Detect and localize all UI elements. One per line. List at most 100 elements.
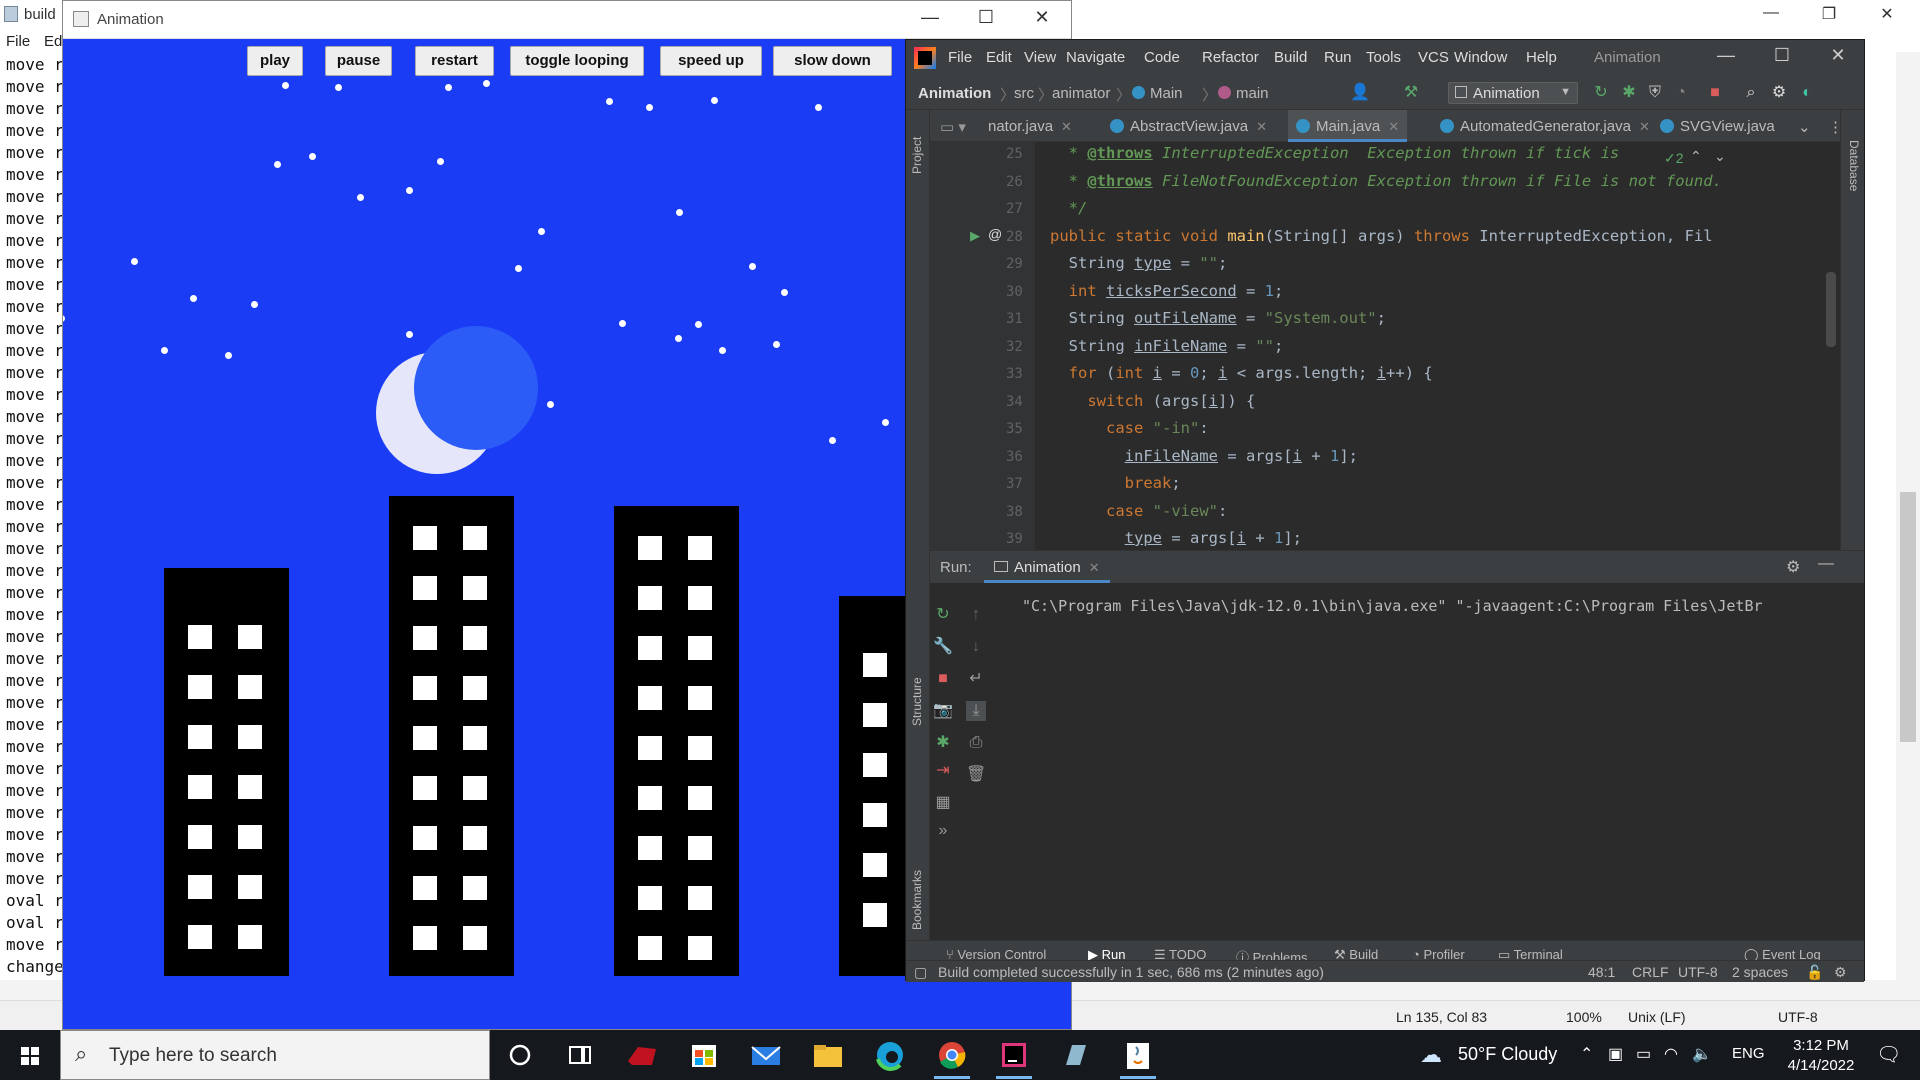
line-separator[interactable]: CRLF — [1632, 964, 1669, 980]
menu-tools[interactable]: Tools — [1366, 49, 1401, 66]
status-toggle-icon[interactable]: ▢ — [914, 964, 927, 981]
intellij-taskbar-icon[interactable] — [990, 1035, 1038, 1079]
scrollbar-thumb[interactable] — [1900, 492, 1916, 742]
restart-button[interactable]: restart — [415, 46, 494, 76]
close-icon[interactable]: ✕ — [1864, 4, 1910, 26]
menu-help[interactable]: Help — [1526, 49, 1557, 66]
taskbar-search-box[interactable]: ⌕ Type here to search — [60, 1030, 490, 1080]
more-options-icon[interactable]: ⋮ — [1828, 110, 1843, 142]
caret-position[interactable]: 48:1 — [1588, 964, 1615, 980]
start-button[interactable] — [0, 1030, 60, 1080]
exit-icon[interactable]: ⇥ — [933, 761, 953, 781]
close-icon[interactable]: ✕ — [1017, 7, 1067, 33]
breadcrumb-package[interactable]: animator — [1052, 85, 1110, 102]
play-button[interactable]: play — [247, 46, 303, 76]
menu-code[interactable]: Code — [1144, 49, 1180, 66]
database-tool-button[interactable]: Database — [1847, 140, 1861, 191]
settings-gear-icon[interactable]: ⚙ — [1786, 557, 1800, 577]
code-with-me-icon[interactable]: ◐ — [1798, 84, 1816, 102]
breadcrumb-class[interactable]: Main — [1132, 85, 1183, 102]
ide-titlebar[interactable]: File Edit View Navigate Code Refactor Build Run… — [906, 40, 1864, 76]
menu-run[interactable]: Run — [1324, 49, 1352, 66]
code-line[interactable]: type = args[i + 1]; — [1050, 529, 1302, 547]
pause-button[interactable]: pause — [325, 46, 392, 76]
task-view-icon[interactable] — [556, 1035, 604, 1075]
bookmarks-tool-button[interactable]: Bookmarks — [910, 870, 924, 930]
chevron-up-icon[interactable]: ⌃ — [1690, 148, 1702, 165]
cortana-icon[interactable] — [496, 1035, 544, 1075]
code-line[interactable]: break; — [1050, 474, 1181, 492]
minimize-icon[interactable]: — — [905, 7, 955, 33]
notifications-icon[interactable]: 🗨 — [1876, 1042, 1901, 1067]
cloud-weather-icon[interactable]: ☁ — [1420, 1042, 1442, 1068]
menu-edit[interactable]: Edit — [986, 49, 1012, 66]
memory-icon[interactable]: ⚙ — [1834, 964, 1847, 981]
code-line[interactable]: int ticksPerSecond = 1; — [1050, 282, 1284, 300]
layout-icon[interactable]: ▦ — [933, 793, 953, 813]
code-line[interactable]: for (int i = 0; i < args.length; i++) { — [1050, 364, 1433, 382]
code-line[interactable]: inFileName = args[i + 1]; — [1050, 447, 1358, 465]
tab-main[interactable]: Main.java ✕ — [1288, 110, 1408, 142]
menu-refactor[interactable]: Refactor — [1202, 49, 1259, 66]
menu-file[interactable]: File — [948, 49, 972, 66]
coverage-icon[interactable]: ⛨ — [1646, 84, 1664, 102]
speed-up-button[interactable]: speed up — [660, 46, 762, 76]
close-icon[interactable]: ✕ — [1818, 45, 1858, 71]
structure-tool-button[interactable]: Structure — [910, 677, 924, 726]
volume-icon[interactable]: 🔈 — [1692, 1044, 1712, 1064]
code-line[interactable]: case "-in": — [1050, 419, 1209, 437]
wifi-icon[interactable]: ◠ — [1664, 1044, 1678, 1064]
code-line[interactable]: */ — [1050, 199, 1088, 217]
code-line[interactable]: String inFileName = ""; — [1050, 337, 1284, 355]
code-editor[interactable]: 2526272829303132333435363738394041 * @th… — [930, 142, 1840, 550]
breadcrumb-src[interactable]: src — [1014, 85, 1034, 102]
maximize-icon[interactable]: ☐ — [1762, 45, 1802, 71]
expand-icon[interactable]: » — [933, 821, 953, 841]
run-configuration-dropdown[interactable]: Animation ▼ — [1448, 82, 1578, 104]
lock-icon[interactable]: 🔓 — [1806, 964, 1823, 981]
breadcrumb-method[interactable]: main — [1218, 85, 1269, 102]
slow-down-button[interactable]: slow down — [773, 46, 892, 76]
mail-icon[interactable] — [742, 1035, 790, 1075]
inspection-ok-icon[interactable]: ✓2 — [1664, 150, 1684, 167]
code-line[interactable]: String outFileName = "System.out"; — [1050, 309, 1386, 327]
arrow-down-icon[interactable]: ↓ — [966, 637, 986, 657]
search-icon[interactable]: ⌕ — [1742, 84, 1760, 102]
scroll-to-end-icon[interactable]: ⤓ — [966, 701, 986, 721]
indent-setting[interactable]: 2 spaces — [1732, 964, 1788, 980]
code-line[interactable]: String type = ""; — [1050, 254, 1228, 272]
arrow-up-icon[interactable]: ↑ — [966, 605, 986, 625]
vertical-scrollbar[interactable] — [1896, 52, 1920, 982]
network-tray-icon[interactable]: ▣ — [1608, 1044, 1623, 1064]
code-line[interactable]: case "-view": — [1050, 502, 1227, 520]
wrench-icon[interactable]: 🔧 — [933, 637, 953, 657]
settings-gear-icon[interactable]: ⚙ — [1770, 84, 1788, 102]
console-output[interactable]: "C:\Program Files\Java\jdk-12.0.1\bin\ja… — [1022, 597, 1763, 615]
game-app-icon[interactable] — [618, 1035, 666, 1075]
build-status-message[interactable]: Build completed successfully in 1 sec, 6… — [938, 964, 1324, 980]
debug-icon[interactable]: ✱ — [933, 733, 953, 753]
camera-icon[interactable]: 📷 — [933, 701, 953, 721]
soft-wrap-icon[interactable]: ↵ — [966, 669, 986, 689]
menu-build[interactable]: Build — [1274, 49, 1307, 66]
tab-animator[interactable]: nator.java ✕ — [988, 110, 1072, 142]
code-line[interactable]: switch (args[i]) { — [1050, 392, 1255, 410]
maximize-icon[interactable]: ☐ — [961, 7, 1011, 33]
print-icon[interactable]: ⎙ — [966, 733, 986, 753]
hide-panel-icon[interactable]: — — [1818, 555, 1834, 573]
rerun-icon[interactable]: ↻ — [933, 605, 953, 625]
animation-titlebar[interactable]: Animation — ☐ ✕ — [63, 1, 1071, 39]
menu-window[interactable]: Window — [1454, 49, 1507, 66]
toggle-looping-button[interactable]: toggle looping — [510, 46, 644, 76]
user-icon[interactable]: 👤 — [1350, 84, 1370, 102]
profile-icon[interactable]: ◔ — [1672, 84, 1690, 102]
menu-vcs[interactable]: VCS — [1418, 49, 1449, 66]
run-tab-animation[interactable]: Animation ✕ — [984, 551, 1110, 583]
store-icon[interactable] — [680, 1035, 728, 1075]
file-explorer-icon[interactable] — [804, 1035, 852, 1075]
code-line[interactable]: * @throws FileNotFoundException Exceptio… — [1050, 172, 1722, 190]
language-indicator[interactable]: ENG — [1732, 1045, 1765, 1062]
run-gutter-icon[interactable]: ▶ — [970, 228, 980, 244]
tab-abstractview[interactable]: AbstractView.java ✕ — [1110, 110, 1267, 142]
code-line[interactable]: public static void main(String[] args) t… — [1050, 227, 1713, 245]
